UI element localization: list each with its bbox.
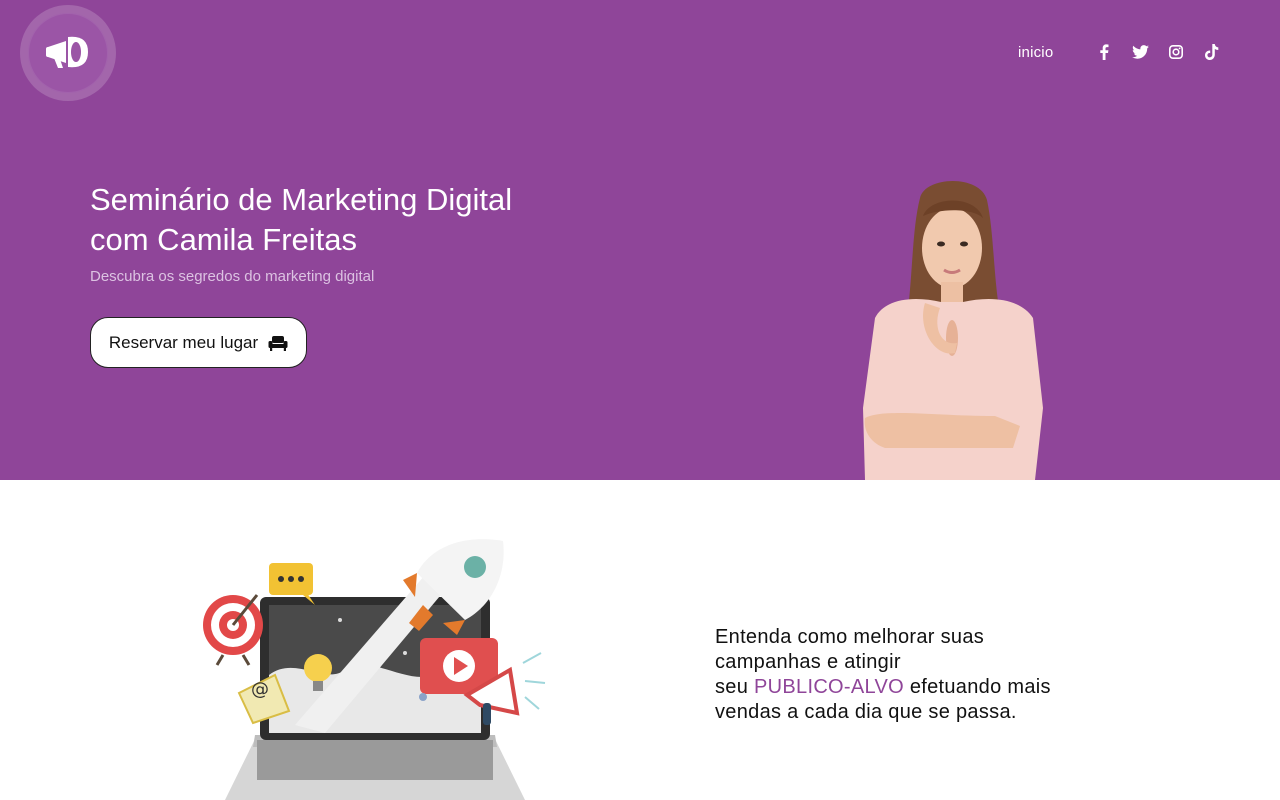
instagram-link[interactable] [1166, 42, 1186, 62]
promo-highlight: PUBLICO-ALVO [754, 676, 904, 698]
megaphone-icon [46, 36, 88, 68]
reserve-seat-label: Reservar meu lugar [108, 332, 259, 352]
armchair-icon [268, 335, 288, 351]
promo-line3-before: seu [715, 676, 755, 698]
reserve-seat-button[interactable]: Reservar meu lugar [90, 317, 307, 368]
hero-section: inicio Seminário de Marketing Digital co… [0, 0, 1280, 480]
hero-subtitle: Descubra os segredos do marketing digita… [90, 268, 375, 285]
social-links [1094, 42, 1238, 62]
nav-link-inicio[interactable]: inicio [1018, 44, 1053, 61]
tiktok-icon [1205, 44, 1219, 60]
twitter-link[interactable] [1130, 42, 1150, 62]
promo-line2: campanhas e atingir [715, 651, 901, 673]
facebook-icon [1100, 44, 1109, 60]
promo-line4: vendas a cada dia que se passa. [715, 701, 1017, 723]
logo-badge [28, 13, 108, 93]
twitter-icon [1131, 45, 1149, 59]
speaker-photo [863, 181, 1043, 480]
promo-line3-after: efetuando mais [903, 676, 1051, 698]
facebook-link[interactable] [1094, 42, 1114, 62]
instagram-icon [1169, 45, 1183, 59]
logo[interactable] [20, 5, 116, 101]
hero-title-line1: Seminário de Marketing Digital [90, 182, 513, 217]
hero-title-line2: com Camila Freitas [90, 222, 357, 257]
top-nav: inicio [1018, 42, 1053, 62]
promo-text: Entenda como melhorar suas campanhas e a… [715, 625, 1095, 725]
hero-title: Seminário de Marketing Digital com Camil… [90, 180, 610, 260]
promo-line1: Entenda como melhorar suas [715, 626, 985, 648]
svg-text:@: @ [251, 679, 269, 700]
marketing-illustration: @ [203, 539, 546, 800]
tiktok-link[interactable] [1202, 42, 1222, 62]
